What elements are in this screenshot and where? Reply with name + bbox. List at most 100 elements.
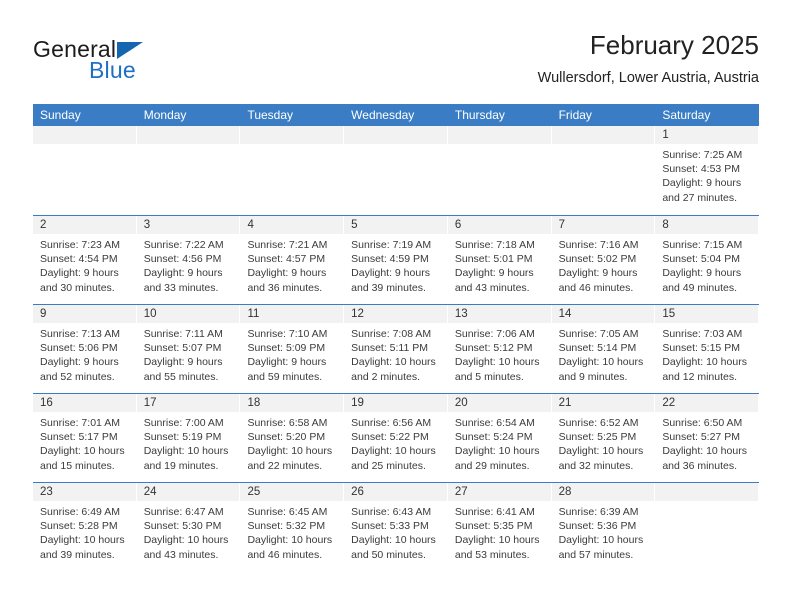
week-row: 16 Sunrise: 7:01 AM Sunset: 5:17 PM Dayligh…	[33, 393, 760, 482]
day-number-band: 9	[33, 305, 137, 323]
calendar-grid: Sunday Monday Tuesday Wednesday Thursday…	[33, 104, 760, 571]
day-number: 5	[351, 219, 358, 231]
day-number: 17	[143, 397, 157, 409]
day-cell[interactable]: 18 Sunrise: 6:58 AM Sunset: 5:20 PM Dayligh…	[240, 394, 345, 482]
daylight-text-line1: Daylight: 10 hours	[351, 534, 436, 547]
sunrise-text: Sunrise: 7:11 AM	[143, 328, 223, 340]
sunset-text: Sunset: 5:06 PM	[40, 342, 118, 355]
day-number-band: 16	[33, 394, 137, 412]
sunset-text: Sunset: 5:01 PM	[454, 253, 533, 266]
sunrise-text: Sunrise: 6:50 AM	[662, 417, 743, 429]
day-cell[interactable]: 23 Sunrise: 6:49 AM Sunset: 5:28 PM Dayligh…	[33, 483, 137, 571]
day-cell[interactable]: 19 Sunrise: 6:56 AM Sunset: 5:22 PM Dayligh…	[344, 394, 448, 482]
day-number-band: 1	[655, 126, 760, 144]
day-number-band: 17	[136, 394, 241, 412]
sunrise-text: Sunrise: 6:54 AM	[454, 417, 535, 429]
day-cell[interactable]: 17 Sunrise: 7:00 AM Sunset: 5:19 PM Dayligh…	[136, 394, 241, 482]
day-number-band	[655, 483, 760, 501]
day-cell[interactable]: 9 Sunrise: 7:13 AM Sunset: 5:06 PM Daylight…	[33, 305, 137, 393]
sunrise-text: Sunrise: 7:16 AM	[558, 239, 639, 251]
day-number-band: 20	[447, 394, 552, 412]
sunrise-text: Sunrise: 6:43 AM	[351, 506, 432, 518]
weekday-header-row: Sunday Monday Tuesday Wednesday Thursday…	[33, 104, 759, 126]
day-number: 13	[454, 308, 468, 320]
weekday-header-monday: Monday	[143, 108, 187, 122]
daylight-text-line1: Daylight: 10 hours	[454, 534, 540, 547]
day-number: 4	[247, 219, 254, 231]
day-number: 8	[662, 219, 669, 231]
day-cell[interactable]: 5 Sunrise: 7:19 AM Sunset: 4:59 PM Daylight…	[344, 216, 448, 304]
daylight-text-line2: and 36 minutes.	[662, 459, 738, 472]
sunset-text: Sunset: 5:28 PM	[40, 520, 118, 533]
day-cell[interactable]: 25 Sunrise: 6:45 AM Sunset: 5:32 PM Dayligh…	[240, 483, 345, 571]
sunrise-text: Sunrise: 6:52 AM	[558, 417, 639, 429]
day-cell[interactable]	[136, 126, 241, 215]
sunset-text: Sunset: 5:25 PM	[558, 431, 637, 444]
logo-text-blue: Blue	[89, 57, 136, 83]
day-cell[interactable]: 21 Sunrise: 6:52 AM Sunset: 5:25 PM Dayligh…	[551, 394, 656, 482]
day-cell[interactable]: 26 Sunrise: 6:43 AM Sunset: 5:33 PM Dayligh…	[344, 483, 448, 571]
sunset-text: Sunset: 4:54 PM	[40, 253, 118, 266]
day-details: Sunrise: 6:58 AM Sunset: 5:20 PM Daylight:…	[240, 412, 344, 473]
day-cell[interactable]: 14 Sunrise: 7:05 AM Sunset: 5:14 PM Dayligh…	[551, 305, 656, 393]
day-cell[interactable]	[33, 126, 137, 215]
day-number: 7	[558, 219, 565, 231]
daylight-text-line1: Daylight: 9 hours	[143, 267, 223, 280]
day-cell[interactable]: 10 Sunrise: 7:11 AM Sunset: 5:07 PM Dayligh…	[136, 305, 241, 393]
daylight-text-line1: Daylight: 9 hours	[454, 267, 534, 280]
day-cell[interactable]	[240, 126, 345, 215]
day-cell[interactable]: 6 Sunrise: 7:18 AM Sunset: 5:01 PM Daylight…	[447, 216, 552, 304]
sunrise-text: Sunrise: 6:49 AM	[40, 506, 120, 518]
day-details: Sunrise: 6:52 AM Sunset: 5:25 PM Daylight:…	[552, 412, 656, 473]
sunset-text: Sunset: 5:20 PM	[247, 431, 326, 444]
day-cell[interactable]: 16 Sunrise: 7:01 AM Sunset: 5:17 PM Dayligh…	[33, 394, 137, 482]
day-cell[interactable]: 2 Sunrise: 7:23 AM Sunset: 4:54 PM Daylight…	[33, 216, 137, 304]
general-blue-logo[interactable]: General Blue	[33, 36, 253, 86]
day-cell[interactable]: 20 Sunrise: 6:54 AM Sunset: 5:24 PM Dayligh…	[447, 394, 552, 482]
day-cell[interactable]: 24 Sunrise: 6:47 AM Sunset: 5:30 PM Dayligh…	[136, 483, 241, 571]
day-number: 23	[40, 486, 53, 498]
day-cell[interactable]: 4 Sunrise: 7:21 AM Sunset: 4:57 PM Daylight…	[240, 216, 345, 304]
day-cell[interactable]	[551, 126, 656, 215]
sunrise-text: Sunrise: 7:00 AM	[143, 417, 224, 429]
daylight-text-line2: and 36 minutes.	[247, 281, 323, 294]
daylight-text-line2: and 46 minutes.	[558, 281, 634, 294]
sunset-text: Sunset: 5:11 PM	[351, 342, 429, 355]
day-cell[interactable]: 13 Sunrise: 7:06 AM Sunset: 5:12 PM Dayligh…	[447, 305, 552, 393]
daylight-text-line2: and 22 minutes.	[247, 459, 323, 472]
sunset-text: Sunset: 4:59 PM	[351, 253, 429, 266]
day-cell[interactable]: 22 Sunrise: 6:50 AM Sunset: 5:27 PM Dayligh…	[655, 394, 760, 482]
day-cell[interactable]: 1 Sunrise: 7:25 AM Sunset: 4:53 PM Daylight…	[655, 126, 760, 215]
daylight-text-line2: and 2 minutes.	[351, 370, 421, 383]
day-cell[interactable]: 15 Sunrise: 7:03 AM Sunset: 5:15 PM Dayligh…	[655, 305, 760, 393]
day-cell[interactable]	[655, 483, 760, 571]
day-details: Sunrise: 7:08 AM Sunset: 5:11 PM Daylight:…	[344, 323, 448, 384]
day-details	[448, 144, 552, 148]
day-cell[interactable]: 28 Sunrise: 6:39 AM Sunset: 5:36 PM Dayligh…	[551, 483, 656, 571]
day-cell[interactable]: 8 Sunrise: 7:15 AM Sunset: 5:04 PM Daylight…	[655, 216, 760, 304]
day-details: Sunrise: 7:22 AM Sunset: 4:56 PM Daylight:…	[137, 234, 241, 295]
day-cell[interactable]	[447, 126, 552, 215]
daylight-text-line1: Daylight: 10 hours	[40, 445, 125, 458]
sunset-text: Sunset: 5:15 PM	[662, 342, 740, 355]
calendar-page: General Blue February 2025 Wullersdorf, …	[0, 0, 792, 612]
daylight-text-line2: and 52 minutes.	[40, 370, 115, 383]
day-number-band: 5	[344, 216, 448, 234]
daylight-text-line2: and 32 minutes.	[558, 459, 634, 472]
day-cell[interactable]: 7 Sunrise: 7:16 AM Sunset: 5:02 PM Daylight…	[551, 216, 656, 304]
day-cell[interactable]: 12 Sunrise: 7:08 AM Sunset: 5:11 PM Dayligh…	[344, 305, 448, 393]
sunrise-text: Sunrise: 7:25 AM	[662, 149, 743, 161]
day-number-band: 11	[240, 305, 345, 323]
daylight-text-line1: Daylight: 9 hours	[143, 356, 223, 369]
daylight-text-line2: and 9 minutes.	[558, 370, 628, 383]
day-cell[interactable]	[344, 126, 448, 215]
day-number: 24	[143, 486, 157, 498]
day-number-band: 14	[551, 305, 656, 323]
day-cell[interactable]: 27 Sunrise: 6:41 AM Sunset: 5:35 PM Dayligh…	[447, 483, 552, 571]
day-details: Sunrise: 7:06 AM Sunset: 5:12 PM Daylight:…	[448, 323, 552, 384]
day-details: Sunrise: 7:18 AM Sunset: 5:01 PM Daylight:…	[448, 234, 552, 295]
day-details: Sunrise: 6:54 AM Sunset: 5:24 PM Daylight:…	[448, 412, 552, 473]
day-cell[interactable]: 3 Sunrise: 7:22 AM Sunset: 4:56 PM Daylight…	[136, 216, 241, 304]
day-cell[interactable]: 11 Sunrise: 7:10 AM Sunset: 5:09 PM Dayligh…	[240, 305, 345, 393]
day-number-band	[240, 126, 345, 144]
